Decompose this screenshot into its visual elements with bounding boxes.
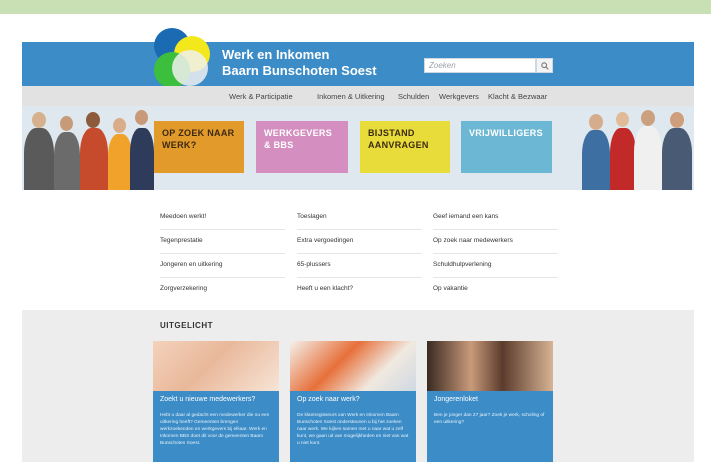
brand-title[interactable]: Werk en Inkomen Baarn Bunschoten Soest <box>222 47 377 79</box>
brand-line-2: Baarn Bunschoten Soest <box>222 63 377 78</box>
link-jongeren-en-uitkering[interactable]: Jongeren en uitkering <box>160 257 285 278</box>
card-text: De klantregisseurs van Werk en Inkomen B… <box>297 413 409 446</box>
card-title: Zoekt u nieuwe medewerkers? <box>160 396 256 403</box>
tile-label: VRIJWILLIGERS <box>469 128 543 138</box>
logo[interactable] <box>150 26 216 90</box>
link-geef-iemand-een-kans[interactable]: Geef iemand een kans <box>433 209 558 230</box>
card-title: Op zoek naar werk? <box>297 396 360 403</box>
card-image-young-people <box>427 341 553 391</box>
uitgelicht-title: UITGELICHT <box>160 321 213 330</box>
hero-banner <box>22 106 694 190</box>
magnifier-icon <box>540 62 549 70</box>
tile-op-zoek-naar-werk[interactable]: OP ZOEK NAAR WERK? <box>154 121 244 173</box>
link-op-zoek-naar-medewerkers[interactable]: Op zoek naar medewerkers <box>433 233 558 254</box>
card-image-hands <box>153 341 279 391</box>
link-65-plussers[interactable]: 65-plussers <box>297 257 422 278</box>
tile-vrijwilligers[interactable]: VRIJWILLIGERS <box>461 121 552 173</box>
card-text: Hebt u daar al gedacht een medewerker di… <box>160 413 270 446</box>
card-op-zoek-naar-werk[interactable]: Op zoek naar werk? De klantregisseurs va… <box>290 341 416 462</box>
link-toeslagen[interactable]: Toeslagen <box>297 209 422 230</box>
card-jongerenloket[interactable]: Jongerenloket Ben je jonger dan 27 jaar?… <box>427 341 553 462</box>
link-extra-vergoedingen[interactable]: Extra vergoedingen <box>297 233 422 254</box>
nav-werk-participatie[interactable]: Werk & Participatie <box>229 92 293 101</box>
search-input[interactable]: Zoeken <box>424 58 536 73</box>
link-heeft-u-een-klacht[interactable]: Heeft u een klacht? <box>297 281 422 301</box>
link-meedoen-werkt[interactable]: Meedoen werkt! <box>160 209 285 230</box>
tile-label: WERKGEVERS & BBS <box>264 128 333 150</box>
tile-werkgevers-bbs[interactable]: WERKGEVERS & BBS <box>256 121 348 173</box>
nav-inkomen-uitkering[interactable]: Inkomen & Uitkering <box>317 92 385 101</box>
tile-bijstand-aanvragen[interactable]: BIJSTAND AANVRAGEN <box>360 121 450 173</box>
tile-label: BIJSTAND AANVRAGEN <box>368 128 429 150</box>
card-image-documents <box>290 341 416 391</box>
card-nieuwe-medewerkers[interactable]: Zoekt u nieuwe medewerkers? Hebt u daar … <box>153 341 279 462</box>
link-zorgverzekering[interactable]: Zorgverzekering <box>160 281 285 301</box>
top-green-bar <box>0 0 711 14</box>
card-title: Jongerenloket <box>434 396 478 403</box>
link-schuldhulpverlening[interactable]: Schuldhulpverlening <box>433 257 558 278</box>
brand-line-1: Werk en Inkomen <box>222 47 330 62</box>
link-op-vakantie[interactable]: Op vakantie <box>433 281 558 301</box>
nav-schulden[interactable]: Schulden <box>398 92 429 101</box>
card-text: Ben je jonger dan 27 jaar? Zoek je werk,… <box>434 413 545 425</box>
logo-white-circle <box>172 50 208 86</box>
tile-label: OP ZOEK NAAR WERK? <box>162 128 235 150</box>
search-button[interactable] <box>536 58 553 73</box>
nav-klacht-bezwaar[interactable]: Klacht & Bezwaar <box>488 92 547 101</box>
nav-werkgevers[interactable]: Werkgevers <box>439 92 479 101</box>
link-tegenprestatie[interactable]: Tegenprestatie <box>160 233 285 254</box>
